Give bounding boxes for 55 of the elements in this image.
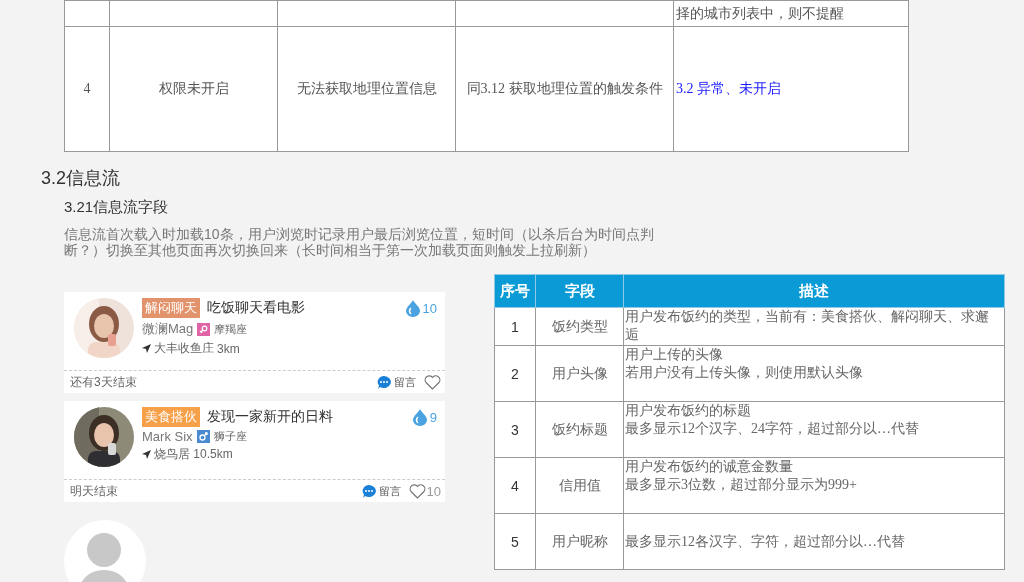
table-cell: 用户头像	[535, 345, 624, 402]
distance-label: 3km	[217, 341, 240, 356]
heart-icon	[424, 374, 441, 390]
table-cell: 用户上传的头像 若用户没有上传头像，则使用默认头像	[623, 345, 1005, 402]
table-cell-text: 权限未开启	[158, 81, 229, 96]
zodiac-label: 狮子座	[213, 429, 247, 444]
chat-bubble-icon	[360, 483, 377, 499]
feed-card[interactable]: 解闷聊天 吃饭聊天看电影 10 微澜Mag 摩羯座 大丰收鱼庄 3km 还有3天结束 留言	[64, 292, 445, 393]
user-name: Mark Six	[142, 429, 193, 444]
description-paragraph: 信息流首次载入时加载10条，用户浏览时记录用户最后浏览位置，短时间（以杀后台为时间点判断？）切换至其他页面再次切换回来（长时间相当于第一次加载页面则触发上拉刷新）	[64, 226, 655, 258]
subsection-heading: 3.21信息流字段	[64, 198, 170, 217]
comment-button[interactable]: 留言	[376, 374, 416, 390]
end-time-label: 还有3天结束	[70, 373, 137, 391]
table-cell: 1	[494, 307, 536, 346]
table-cell: 信用值	[535, 457, 624, 514]
table-cell: 2	[494, 345, 536, 402]
table-cell-text: 同3.12 获取地理位置的触发条件	[466, 81, 663, 96]
location-label: 烧鸟居 10.5km	[154, 446, 233, 463]
column-header: 序号	[494, 274, 536, 308]
column-header: 字段	[535, 274, 624, 308]
table-cell: 饭约标题	[535, 401, 624, 458]
heart-icon	[408, 483, 426, 499]
section-link[interactable]: 3.2 异常、未开启	[676, 81, 781, 96]
category-tag: 解闷聊天	[142, 298, 200, 318]
post-title: 吃饭聊天看电影	[207, 299, 305, 317]
comment-button[interactable]: 留言	[360, 483, 401, 499]
credit-count: 9	[429, 409, 437, 425]
table-cell: 4	[494, 457, 536, 514]
table-cell-text: 4	[83, 81, 91, 96]
section-heading: 3.2信息流	[41, 167, 122, 190]
chat-bubble-icon	[376, 374, 392, 390]
credit-count: 10	[422, 300, 437, 316]
table-cell: 5	[494, 513, 536, 570]
table-cell-text: 无法获取地理位置信息	[296, 81, 437, 96]
feed-card[interactable]: 美食搭伙 发现一家新开的日料 9 Mark Six 狮子座 烧鸟居 10.5km 明天结束 留言 10	[64, 401, 445, 502]
column-header: 描述	[623, 274, 1005, 308]
table-cell: 用户昵称	[535, 513, 624, 570]
drop-icon	[411, 408, 428, 426]
location-arrow-icon	[142, 450, 151, 459]
user-name: 微澜Mag	[142, 320, 194, 338]
location-arrow-icon	[142, 344, 151, 353]
location-label: 大丰收鱼庄	[154, 340, 214, 357]
drop-icon	[404, 299, 421, 317]
table-cell: 最多显示12各汉字、字符，超过部分以…代替	[623, 513, 1005, 570]
end-time-label: 明天结束	[70, 482, 118, 500]
table-cell: 用户发布饭约的标题 最多显示12个汉字、24字符，超过部分以…代替	[623, 401, 1005, 458]
zodiac-label: 摩羯座	[214, 321, 248, 337]
table-cell: 用户发布饭约的诚意金数量 最多显示3位数，超过部分显示为999+	[623, 457, 1005, 514]
post-title: 发现一家新开的日料	[207, 408, 333, 426]
table-cell: 3	[494, 401, 536, 458]
category-tag: 美食搭伙	[142, 407, 200, 427]
table-cell: 饭约类型	[535, 307, 624, 346]
table-cell: 用户发布饭约的类型，当前有：美食搭伙、解闷聊天、求邂逅	[623, 307, 1005, 346]
table-cell-text: 择的城市列表中，则不提醒	[676, 6, 844, 21]
like-button[interactable]	[424, 374, 441, 390]
